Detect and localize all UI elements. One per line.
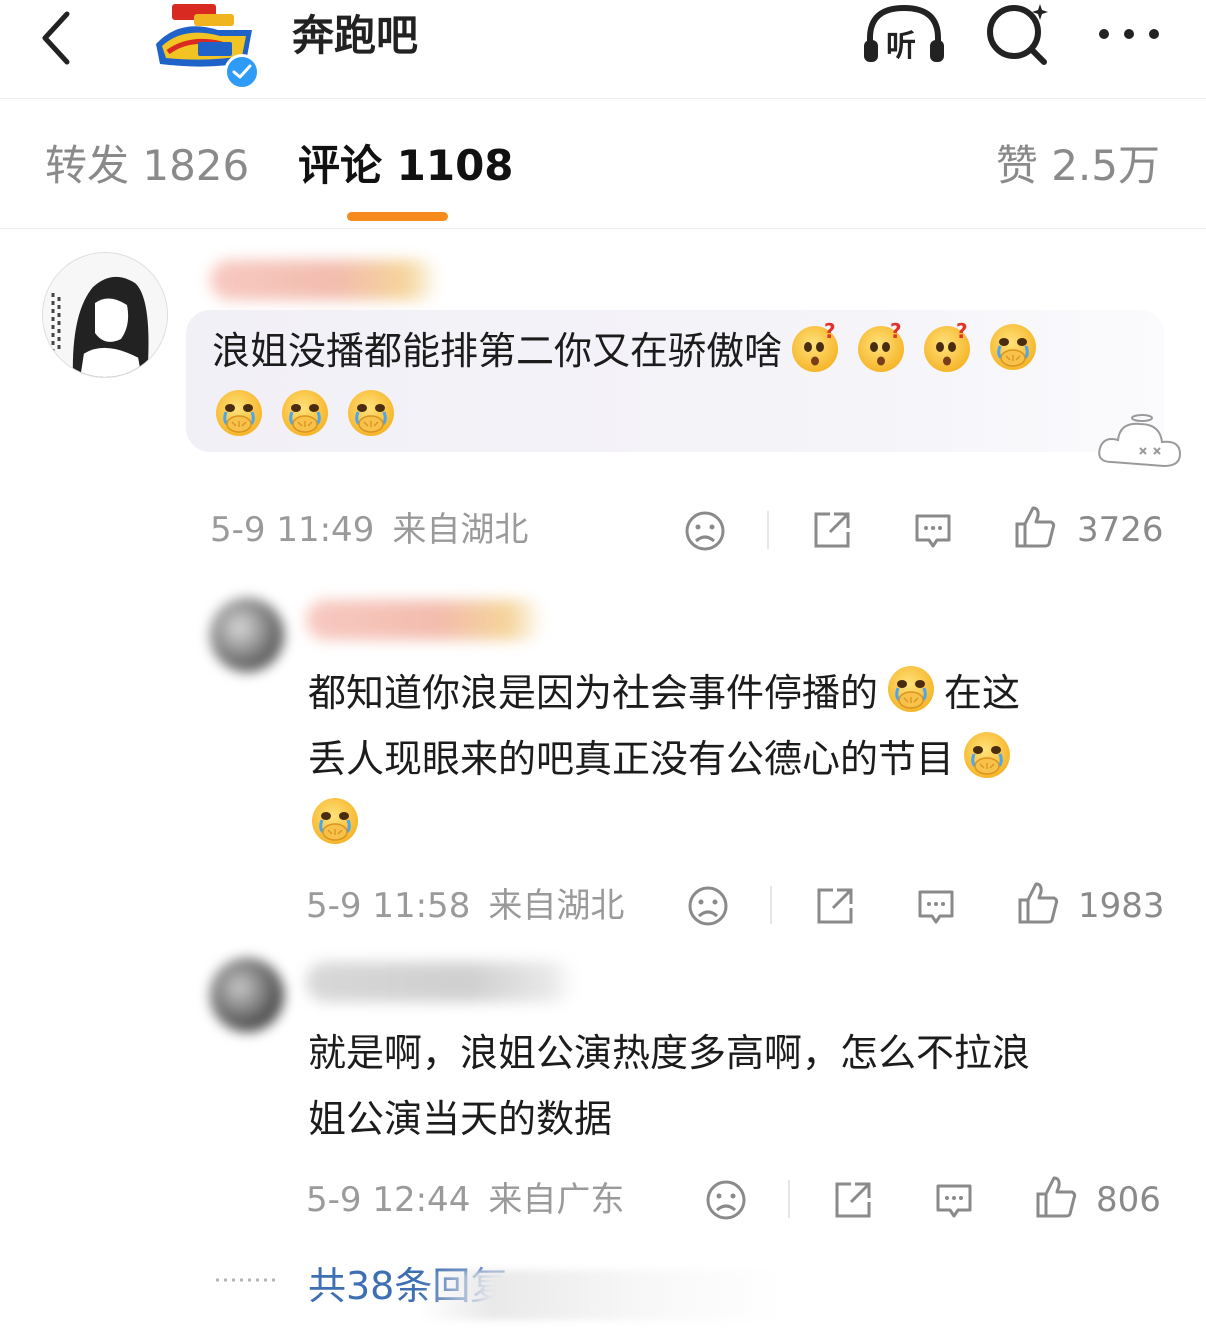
comment-bubble-icon	[918, 890, 954, 924]
listen-button[interactable]: 听	[862, 0, 946, 70]
back-button[interactable]	[30, 8, 80, 68]
comment-text[interactable]: 都知道你浪是因为社会事件停播的 在这 丢人现眼来的吧真正没有公德心的节目	[308, 660, 1168, 858]
sad-face-icon	[706, 1180, 746, 1220]
sad-face-icon	[685, 511, 725, 551]
thumbs-up-icon	[1036, 1176, 1077, 1218]
comment-body-line2: 丢人现眼来的吧真正没有公德心的节目	[308, 737, 955, 781]
account-name[interactable]: 奔跑吧	[292, 8, 418, 64]
search-icon	[987, 4, 1048, 65]
comment-meta: 5-9 12:44 来自广东	[306, 1178, 624, 1222]
verified-badge-icon	[224, 54, 260, 90]
dislike-button[interactable]	[683, 509, 727, 553]
dislike-button[interactable]	[686, 884, 730, 928]
share-button[interactable]	[813, 884, 857, 928]
tab-repost[interactable]: 转发 1826	[45, 138, 249, 194]
cloud-sticker-icon	[1090, 408, 1186, 474]
comment-date: 5-9 12:44	[306, 1180, 471, 1220]
thumbs-up-icon	[1018, 882, 1059, 924]
comment-meta: 5-9 11:49 来自湖北	[210, 508, 528, 552]
blurred-overlay	[420, 1270, 780, 1320]
comment-body-tail: 在这	[944, 671, 1021, 715]
thinking-face-icon	[854, 320, 908, 374]
tab-like[interactable]: 赞 2.5万	[996, 138, 1160, 194]
comment-text[interactable]: 浪姐没播都能排第二你又在骄傲啥	[212, 318, 1162, 450]
crying-face-icon	[986, 320, 1040, 374]
crying-face-icon	[960, 728, 1014, 782]
divider	[788, 1180, 790, 1218]
username-blurred[interactable]	[306, 962, 576, 1002]
like-button[interactable]: 1983	[1016, 880, 1166, 930]
like-count: 806	[1096, 1180, 1161, 1220]
like-button[interactable]: 806	[1034, 1174, 1164, 1224]
divider	[767, 511, 769, 549]
comment-location: 来自湖北	[488, 886, 625, 926]
active-tab-indicator	[347, 212, 448, 221]
comment-text[interactable]: 就是啊，浪姐公演热度多高啊，怎么不拉浪 姐公演当天的数据	[308, 1020, 1178, 1152]
search-button[interactable]	[982, 0, 1052, 70]
crying-face-icon	[344, 386, 398, 440]
thumbs-up-icon	[1015, 506, 1056, 548]
share-button[interactable]	[831, 1178, 875, 1222]
like-count: 1983	[1078, 886, 1165, 926]
username-blurred[interactable]	[306, 600, 544, 640]
comment-body-line2: 姐公演当天的数据	[308, 1097, 613, 1141]
like-button[interactable]: 3726	[1013, 504, 1164, 554]
comment-date: 5-9 11:58	[306, 886, 471, 926]
headphones-icon: 听	[864, 4, 944, 64]
thinking-face-icon	[920, 320, 974, 374]
more-options-button[interactable]	[1094, 14, 1164, 54]
avatar[interactable]	[210, 958, 284, 1032]
avatar[interactable]	[42, 252, 168, 378]
reply-button[interactable]	[932, 1178, 976, 1222]
comment-date: 5-9 11:49	[210, 510, 375, 550]
reply-button[interactable]	[914, 884, 958, 928]
comment-body: 浪姐没播都能排第二你又在骄傲啥	[212, 329, 783, 373]
share-button[interactable]	[810, 508, 854, 552]
crying-face-icon	[278, 386, 332, 440]
crying-face-icon	[884, 662, 938, 716]
comment-bubble-icon	[915, 514, 951, 548]
comment-location: 来自广东	[488, 1180, 625, 1220]
svg-text:听: 听	[886, 29, 916, 64]
thinking-face-icon	[788, 320, 842, 374]
comment-meta: 5-9 11:58 来自湖北	[306, 884, 624, 928]
crying-face-icon	[308, 794, 362, 848]
dotted-divider	[216, 1270, 276, 1290]
share-icon	[814, 512, 850, 548]
sad-face-icon	[688, 886, 728, 926]
comment-bubble-icon	[936, 1184, 972, 1218]
like-count: 3726	[1077, 510, 1164, 550]
comment-body-line1: 就是啊，浪姐公演热度多高啊，怎么不拉浪	[308, 1031, 1031, 1075]
divider	[770, 886, 772, 924]
crying-face-icon	[212, 386, 266, 440]
username-blurred[interactable]	[210, 260, 440, 300]
avatar[interactable]	[210, 598, 284, 672]
share-icon	[817, 888, 853, 924]
dislike-button[interactable]	[704, 1178, 748, 1222]
comment-location: 来自湖北	[392, 510, 529, 550]
share-icon	[835, 1182, 871, 1218]
tab-comment[interactable]: 评论 1108	[298, 138, 514, 194]
comment-body-line1: 都知道你浪是因为社会事件停播的	[308, 671, 879, 715]
more-dots-icon	[1099, 29, 1159, 39]
chevron-left-icon	[42, 11, 70, 65]
reply-button[interactable]	[911, 508, 955, 552]
